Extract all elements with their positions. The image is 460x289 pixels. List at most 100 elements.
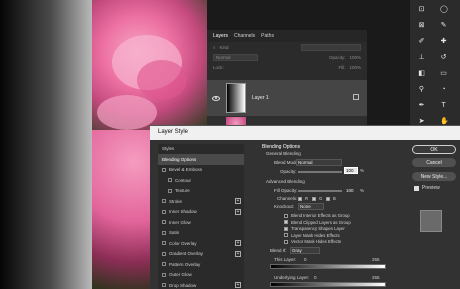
- brush-icon[interactable]: ✐: [418, 38, 425, 45]
- style-item[interactable]: Gradient Overlay +: [158, 249, 244, 260]
- style-item[interactable]: Satin: [158, 228, 244, 239]
- fill-opacity-value[interactable]: 100: [346, 188, 354, 193]
- ok-button[interactable]: OK: [412, 145, 456, 154]
- dialog-titlebar[interactable]: Layer Style: [150, 126, 460, 140]
- blend-option-label: Blend Interior Effects as Group: [291, 213, 350, 218]
- tab-channels[interactable]: Channels: [234, 33, 255, 39]
- style-checkbox[interactable]: [168, 178, 172, 183]
- checkbox-box[interactable]: [284, 226, 288, 231]
- style-checkbox[interactable]: [162, 283, 166, 288]
- blend-option-label: Transparency Shapes Layer: [291, 226, 345, 231]
- blend-option-label: Blend Clipped Layers as Group: [291, 219, 351, 225]
- blend-option-checkbox[interactable]: Vector Mask Hides Effects: [284, 239, 341, 244]
- style-item[interactable]: Bevel & Emboss: [158, 165, 244, 176]
- layer-style-dialog: Layer Style Styles Blending Options Bevel…: [150, 125, 460, 289]
- eyedropper-icon[interactable]: ✎: [440, 22, 447, 29]
- blend-option-checkbox[interactable]: Blend Clipped Layers as Group: [284, 220, 351, 225]
- style-item[interactable]: Pattern Overlay: [158, 259, 244, 270]
- kind-filter[interactable]: Kind: [220, 45, 229, 50]
- preview-checkbox-box[interactable]: [414, 185, 419, 191]
- layer-row[interactable]: Layer 1: [207, 80, 367, 116]
- checkbox-box[interactable]: [284, 220, 288, 224]
- style-item-label: Outer Glow: [169, 272, 192, 278]
- style-item[interactable]: Outer Glow: [158, 270, 244, 281]
- pen-icon[interactable]: ✒: [418, 102, 425, 109]
- type-icon[interactable]: T: [440, 102, 447, 109]
- layer-fill-value[interactable]: 100%: [349, 65, 361, 70]
- underlying-layer-slider[interactable]: [270, 282, 386, 287]
- crop-icon[interactable]: ⊡: [418, 6, 425, 13]
- this-layer-slider[interactable]: [270, 264, 386, 269]
- checkbox-box[interactable]: [284, 213, 288, 218]
- stamp-icon[interactable]: ⊥: [418, 54, 425, 61]
- blur-icon[interactable]: ⚲: [418, 86, 425, 93]
- style-checkbox[interactable]: [162, 167, 166, 172]
- style-item-label: Satin: [169, 230, 180, 236]
- style-checkbox[interactable]: [162, 272, 166, 277]
- style-checkbox[interactable]: [162, 199, 166, 204]
- style-item-label: Blending Options: [162, 156, 197, 162]
- blend-option-checkbox[interactable]: Blend Interior Effects as Group: [284, 213, 350, 218]
- add-style-plus-icon[interactable]: +: [235, 240, 241, 246]
- blending-options-heading: Blending Options: [262, 144, 301, 150]
- layer-blend-mode-select[interactable]: Normal: [213, 53, 258, 61]
- heal-icon[interactable]: ✚: [440, 38, 447, 45]
- blend-option-checkbox[interactable]: Transparency Shapes Layer: [284, 226, 345, 231]
- style-item[interactable]: Stroke +: [158, 196, 244, 207]
- style-checkbox[interactable]: [162, 262, 166, 267]
- add-style-plus-icon[interactable]: +: [235, 198, 241, 204]
- fill-opacity-label: Fill Opacity:: [274, 188, 298, 193]
- style-checkbox[interactable]: [162, 209, 166, 214]
- fill-opacity-slider[interactable]: [298, 190, 342, 192]
- knockout-label: Knockout:: [274, 204, 295, 209]
- tab-paths[interactable]: Paths: [261, 33, 274, 39]
- gradient-icon[interactable]: ▭: [440, 70, 447, 77]
- opacity-slider[interactable]: [298, 171, 342, 173]
- layer-name[interactable]: Layer 1: [252, 95, 269, 101]
- styles-header[interactable]: Styles: [158, 144, 244, 154]
- channel-r-checkbox[interactable]: R: [298, 196, 308, 201]
- style-checkbox[interactable]: [168, 188, 172, 193]
- style-item[interactable]: Texture: [158, 186, 244, 197]
- cancel-button[interactable]: Cancel: [412, 158, 456, 167]
- style-checkbox[interactable]: [162, 230, 166, 235]
- blending-options-panel: Blending Options General Blending Blend …: [260, 142, 410, 289]
- ellipse-icon[interactable]: ◯: [440, 6, 448, 13]
- preview-checkbox[interactable]: Preview: [414, 185, 440, 191]
- add-style-plus-icon[interactable]: +: [235, 208, 241, 215]
- filter-icons[interactable]: [301, 43, 361, 51]
- blend-mode-value: Normal: [298, 160, 313, 165]
- eraser-icon[interactable]: ◧: [418, 70, 425, 77]
- style-item-label: Gradient Overlay: [169, 251, 204, 257]
- history-brush-icon[interactable]: ↺: [440, 54, 447, 61]
- add-style-plus-icon[interactable]: +: [235, 250, 241, 257]
- style-item[interactable]: Blending Options: [158, 154, 244, 165]
- frame-icon[interactable]: ⊠: [418, 22, 425, 29]
- checkbox-box[interactable]: [284, 239, 288, 244]
- new-style-button[interactable]: New Style...: [412, 172, 456, 181]
- channel-g-label: G: [319, 196, 323, 201]
- channel-g-checkbox[interactable]: G: [312, 196, 322, 201]
- style-checkbox[interactable]: [162, 220, 166, 225]
- style-checkbox[interactable]: [162, 251, 166, 256]
- layer-opacity-value[interactable]: 100%: [349, 55, 361, 60]
- dodge-icon[interactable]: ◔: [440, 86, 447, 93]
- style-item-label: Pattern Overlay: [169, 261, 201, 267]
- style-item[interactable]: Inner Glow: [158, 217, 244, 228]
- style-checkbox[interactable]: [162, 241, 166, 246]
- blend-option-checkbox[interactable]: Layer Mask Hides Effects: [284, 233, 340, 238]
- this-layer-high: 255: [372, 257, 380, 262]
- channel-b-checkbox[interactable]: B: [326, 196, 336, 201]
- style-item[interactable]: Contour: [158, 175, 244, 186]
- style-item[interactable]: Inner Shadow +: [158, 207, 244, 218]
- tab-layers[interactable]: Layers: [213, 33, 228, 39]
- style-item[interactable]: Drop Shadow +: [158, 280, 244, 289]
- hand-icon[interactable]: ✋: [440, 118, 449, 125]
- style-item[interactable]: Color Overlay +: [158, 238, 244, 249]
- checkbox-box[interactable]: [284, 233, 288, 237]
- knockout-value: None: [300, 204, 311, 209]
- add-style-plus-icon[interactable]: +: [235, 282, 241, 288]
- styles-list: Styles Blending Options Bevel & Emboss Con…: [158, 144, 244, 289]
- path-select-icon[interactable]: ➤: [418, 118, 425, 125]
- eye-icon[interactable]: [212, 95, 220, 101]
